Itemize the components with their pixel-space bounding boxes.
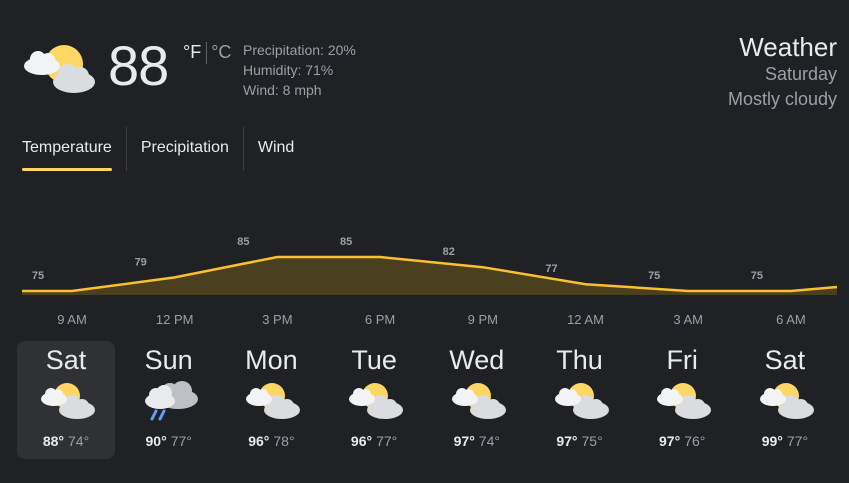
low-temp: 78° [273, 433, 295, 449]
precipitation-text: Precipitation: 20% [243, 42, 356, 58]
tab-wind[interactable]: Wind [242, 127, 308, 171]
day-name: Sat [764, 345, 806, 375]
day-card-sat[interactable]: Sat 88° 74° [17, 341, 115, 459]
weather-details: Precipitation: 20% Humidity: 71% Wind: 8… [243, 40, 356, 100]
high-temp: 90° [145, 433, 167, 449]
time-label: 3 PM [262, 312, 292, 327]
time-label: 3 AM [673, 312, 703, 327]
temperature-value-label: 85 [237, 236, 249, 248]
day-name: Wed [449, 345, 505, 375]
weather-header: Weather Saturday Mostly cloudy [728, 32, 837, 112]
high-temp: 96° [350, 433, 373, 449]
time-label: 12 AM [567, 312, 604, 327]
day-temps: 99° 77° [736, 433, 834, 449]
low-temp: 74° [68, 433, 90, 449]
temperature-value-label: 75 [751, 270, 763, 282]
low-temp: 76° [684, 433, 706, 449]
high-temp: 99° [761, 433, 783, 449]
low-temp: 77° [376, 433, 398, 449]
day-name: Thu [556, 345, 603, 375]
weather-day: Saturday [764, 64, 837, 84]
partly-cloudy-icon [451, 383, 506, 419]
unit-toggle: °F °C [183, 42, 231, 64]
tab-temperature[interactable]: Temperature [22, 127, 126, 171]
day-card-thu[interactable]: Thu 97° 75° [531, 341, 629, 459]
partly-cloudy-icon [657, 383, 712, 419]
day-name: Sat [45, 345, 87, 375]
metric-tabs: Temperature Precipitation Wind [22, 127, 308, 171]
wind-text: Wind: 8 mph [243, 82, 322, 98]
day-name: Mon [245, 345, 298, 375]
high-temp: 96° [248, 433, 270, 449]
temperature-chart: 75 9 AM 79 12 PM 85 3 PM 85 6 PM 82 9 PM 77 12 AM 75… [22, 236, 838, 327]
partly-cloudy-icon [554, 383, 609, 419]
high-temp: 97° [453, 433, 475, 449]
partly-cloudy-icon [246, 383, 301, 419]
temperature-value-label: 82 [443, 246, 455, 258]
day-card-wed[interactable]: Wed 97° 74° [428, 341, 526, 459]
current-temperature: 88 [108, 34, 169, 97]
fahrenheit-button[interactable]: °F [183, 42, 201, 63]
day-card-sat[interactable]: Sat 99° 77° [736, 341, 834, 459]
temperature-value-label: 75 [32, 270, 44, 282]
high-temp: 97° [659, 433, 681, 449]
day-temps: 96° 78° [222, 433, 320, 449]
day-card-mon[interactable]: Mon 96° 78° [222, 341, 320, 459]
weather-condition: Mostly cloudy [727, 89, 837, 109]
low-temp: 77° [786, 433, 809, 449]
low-temp: 77° [170, 433, 192, 449]
day-card-sun[interactable]: Sun 90° 77° [120, 341, 218, 459]
low-temp: 74° [478, 433, 500, 449]
celsius-button[interactable]: °C [211, 42, 231, 63]
day-name: Sun [144, 345, 193, 375]
tab-precipitation[interactable]: Precipitation [125, 127, 243, 171]
daily-forecast: Sat 88° 74° Sun 90° 77° Mon 96° 78° Tue 96° 77° Wed 9… [17, 341, 849, 461]
low-temp: 75° [581, 433, 603, 449]
day-name: Fri [666, 345, 698, 375]
day-name: Tue [351, 345, 397, 375]
time-label: 6 AM [776, 312, 806, 327]
mostly-cloudy-icon [24, 45, 95, 93]
day-card-fri[interactable]: Fri 97° 76° [633, 341, 731, 459]
high-temp: 97° [556, 433, 578, 449]
day-temps: 90° 77° [120, 433, 218, 449]
temperature-value-label: 77 [545, 263, 557, 275]
time-label: 12 PM [156, 312, 194, 327]
temperature-value-label: 85 [340, 236, 352, 248]
time-label: 9 PM [468, 312, 498, 327]
day-temps: 97° 76° [633, 433, 731, 449]
time-label: 6 PM [365, 312, 395, 327]
unit-divider [206, 42, 208, 64]
high-temp: 88° [42, 433, 64, 449]
temperature-value-label: 79 [135, 256, 147, 268]
partly-cloudy-icon [349, 383, 404, 419]
partly-cloudy-icon [759, 383, 814, 419]
humidity-text: Humidity: 71% [243, 62, 334, 78]
weather-title: Weather [739, 32, 837, 62]
day-temps: 96° 77° [325, 433, 423, 449]
day-temps: 88° 74° [17, 433, 115, 449]
rain-cloud-icon [144, 381, 198, 421]
day-temps: 97° 75° [531, 433, 629, 449]
day-temps: 97° 74° [428, 433, 526, 449]
partly-cloudy-icon [41, 383, 95, 419]
time-label: 9 AM [57, 312, 87, 327]
temperature-value-label: 75 [648, 270, 660, 282]
day-card-tue[interactable]: Tue 96° 77° [325, 341, 423, 459]
